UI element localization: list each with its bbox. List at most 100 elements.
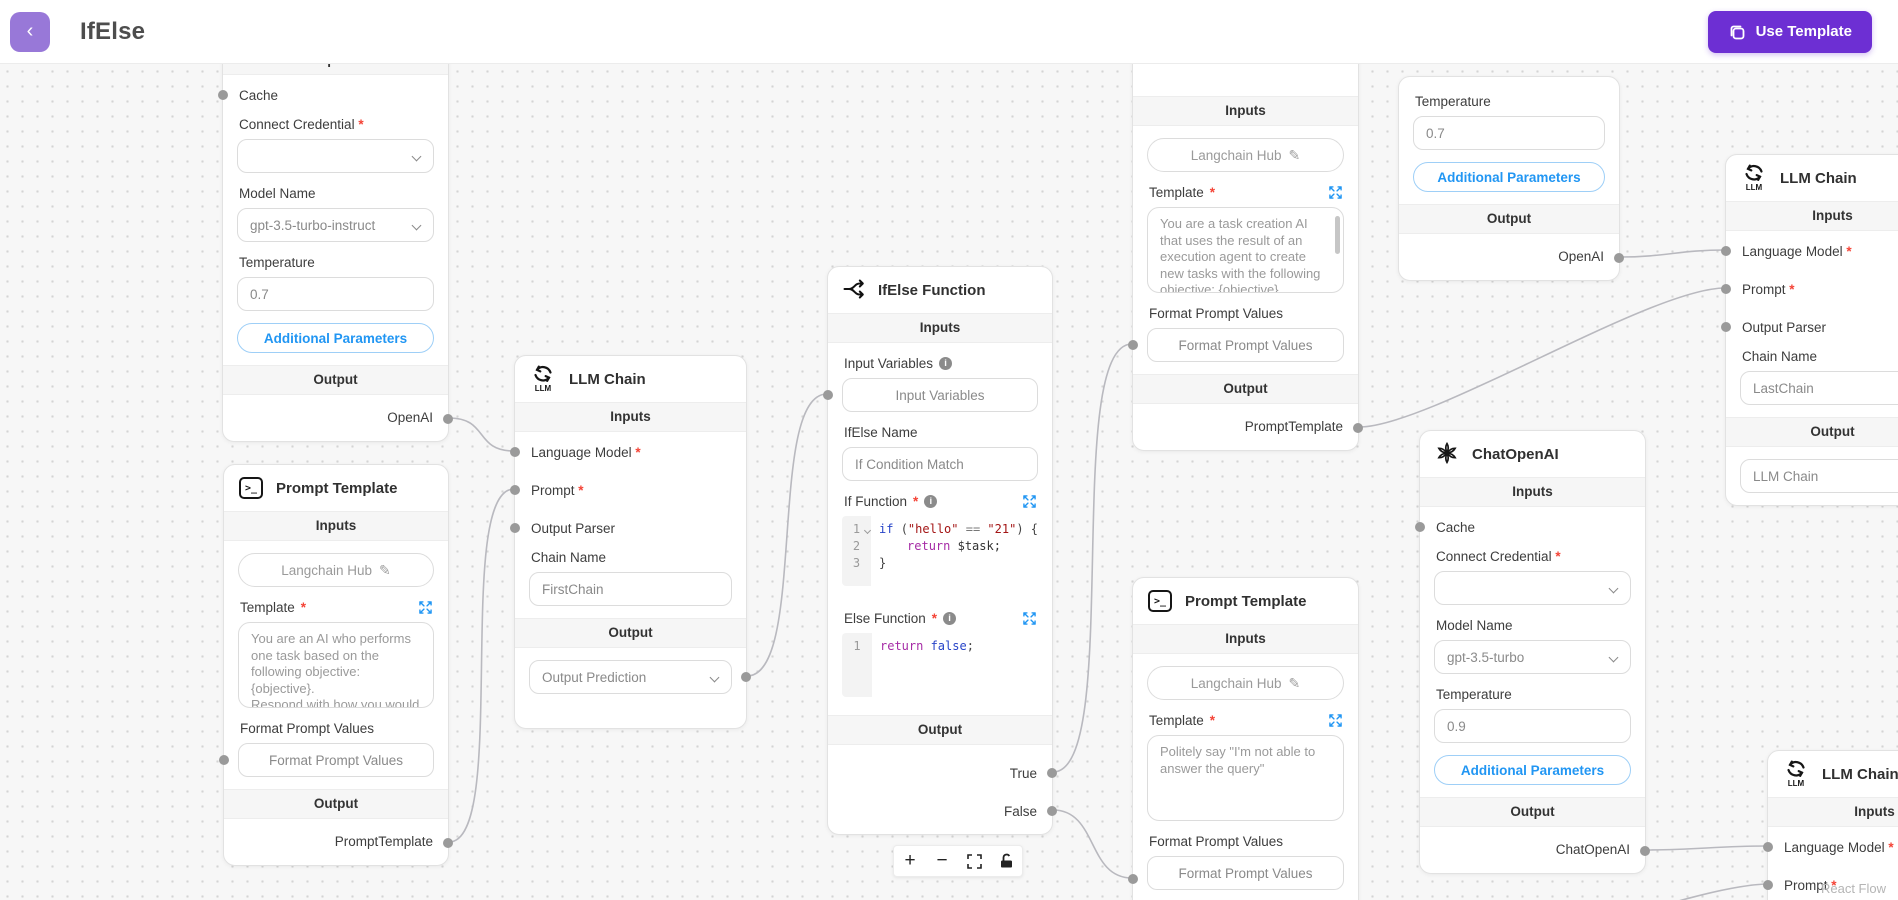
fit-view-button[interactable] bbox=[958, 846, 990, 876]
node-prompt-template-left[interactable]: >_ Prompt Template Inputs Langchain Hub ✎… bbox=[219, 464, 453, 866]
chevron-down-icon bbox=[1608, 583, 1619, 594]
edge-openai-to-languagemodel[interactable] bbox=[448, 417, 515, 452]
output-section: Output bbox=[224, 789, 448, 819]
temperature-label: Temperature bbox=[239, 255, 315, 270]
format-prompt-values-input-handle[interactable] bbox=[1128, 340, 1138, 350]
input-variables-input[interactable]: Input Variables bbox=[842, 378, 1038, 412]
node-llm-chain-center[interactable]: LLM LLM Chain Inputs Language Model * Pr… bbox=[510, 355, 751, 729]
temperature-label: Temperature bbox=[1415, 94, 1491, 109]
chain-name-input[interactable]: FirstChain bbox=[529, 572, 732, 606]
lock-button[interactable] bbox=[990, 846, 1022, 876]
template-textarea[interactable]: Politely say "I'm not able to answer the… bbox=[1147, 735, 1344, 821]
back-button[interactable]: ‹ bbox=[10, 11, 50, 52]
expand-icon[interactable] bbox=[1023, 612, 1036, 625]
edge-chatopenai-to-languagemodel-bottom[interactable] bbox=[1645, 845, 1768, 851]
if-function-label: If Function * i bbox=[844, 493, 938, 510]
node-openai-right[interactable]: Temperature 0.7 Additional Parameters Ou… bbox=[1398, 76, 1624, 281]
output-parser-input-handle[interactable] bbox=[510, 523, 520, 533]
model-name-select[interactable]: gpt-3.5-turbo-instruct bbox=[237, 208, 434, 242]
node-chat-openai[interactable]: ChatOpenAI Inputs Cache Connect Credenti… bbox=[1415, 430, 1650, 874]
fold-caret-icon[interactable] bbox=[863, 526, 872, 535]
temperature-input[interactable]: 0.7 bbox=[1413, 116, 1605, 150]
svg-text:LLM: LLM bbox=[1746, 183, 1763, 191]
connect-credential-label: Connect Credential * bbox=[1436, 549, 1561, 564]
additional-parameters-button[interactable]: Additional Parameters bbox=[1413, 162, 1605, 192]
format-prompt-values-input[interactable]: Format Prompt Values bbox=[1147, 856, 1344, 890]
node-header: LLM LLM Chain bbox=[1726, 155, 1898, 201]
chatopenai-output-handle[interactable] bbox=[1640, 846, 1650, 856]
node-llm-chain-bottom[interactable]: LLM LLM Chain Inputs Language Model * Pr… bbox=[1763, 750, 1898, 900]
node-openai-left[interactable]: Inputs Cache Connect Credential * Model … bbox=[218, 64, 453, 442]
edge-prompttemplate-to-prompt[interactable] bbox=[448, 488, 515, 843]
if-function-code-editor[interactable]: 1 2 3 if ("hello" == "21") { return $tas… bbox=[842, 516, 1038, 586]
language-model-input-handle[interactable] bbox=[1763, 842, 1773, 852]
flow-canvas[interactable]: Inputs Cache Connect Credential * Model … bbox=[0, 64, 1898, 900]
use-template-button[interactable]: Use Template bbox=[1707, 10, 1872, 53]
langchain-hub-button[interactable]: Langchain Hub ✎ bbox=[1147, 138, 1344, 172]
expand-icon[interactable] bbox=[1023, 495, 1036, 508]
copy-icon bbox=[1728, 23, 1746, 41]
chain-name-input[interactable]: LastChain bbox=[1740, 371, 1898, 405]
expand-icon[interactable] bbox=[1329, 714, 1342, 727]
openai-output-handle[interactable] bbox=[443, 414, 453, 424]
output-prediction-select[interactable]: Output Prediction bbox=[529, 660, 732, 694]
llmchain-output-handle[interactable] bbox=[741, 672, 751, 682]
cache-input-handle[interactable] bbox=[1415, 522, 1425, 532]
node-prompt-template-bottom[interactable]: >_ Prompt Template Inputs Langchain Hub ✎… bbox=[1128, 577, 1359, 900]
credential-select[interactable] bbox=[237, 139, 434, 173]
temperature-input[interactable]: 0.9 bbox=[1434, 709, 1631, 743]
input-variables-label: Input Variables i bbox=[844, 355, 1036, 372]
zoom-out-button[interactable]: − bbox=[926, 846, 958, 876]
node-llm-chain-right[interactable]: LLM LLM Chain Inputs Language Model * Pr… bbox=[1721, 154, 1898, 506]
ifelse-name-input[interactable]: If Condition Match bbox=[842, 447, 1038, 481]
node-prompt-template-top[interactable]: Inputs Langchain Hub ✎ Template * You are… bbox=[1128, 64, 1363, 451]
format-prompt-values-input[interactable]: Format Prompt Values bbox=[238, 743, 434, 777]
expand-icon[interactable] bbox=[419, 601, 432, 614]
scrollbar-thumb[interactable] bbox=[1335, 216, 1340, 254]
additional-parameters-button[interactable]: Additional Parameters bbox=[237, 323, 434, 353]
prompttemplate-output-handle[interactable] bbox=[1353, 423, 1363, 433]
cache-input-handle[interactable] bbox=[218, 90, 228, 100]
zoom-in-button[interactable]: + bbox=[894, 846, 926, 876]
edge-offscreen-to-prompt-bottom[interactable] bbox=[1430, 883, 1768, 900]
langchain-hub-button[interactable]: Langchain Hub ✎ bbox=[238, 553, 434, 587]
format-prompt-values-input-handle[interactable] bbox=[1128, 874, 1138, 884]
edge-outputprediction-to-inputvariables[interactable] bbox=[746, 393, 828, 677]
edge-false-to-formatpromptvalues-bottom[interactable] bbox=[1052, 809, 1133, 879]
model-name-select[interactable]: gpt-3.5-turbo bbox=[1434, 640, 1631, 674]
additional-parameters-button[interactable]: Additional Parameters bbox=[1434, 755, 1631, 785]
language-model-input-handle[interactable] bbox=[1721, 246, 1731, 256]
langchain-hub-button[interactable]: Langchain Hub ✎ bbox=[1147, 666, 1344, 700]
prompt-input-handle[interactable] bbox=[1763, 880, 1773, 890]
code-line: return false; bbox=[880, 639, 974, 653]
input-variables-input-handle[interactable] bbox=[823, 390, 833, 400]
format-prompt-values-input[interactable]: Format Prompt Values bbox=[1147, 328, 1344, 362]
false-output-handle[interactable] bbox=[1047, 806, 1057, 816]
node-ifelse-function[interactable]: IfElse Function Inputs Input Variables i … bbox=[823, 266, 1057, 835]
openai-output-handle[interactable] bbox=[1614, 253, 1624, 263]
template-label: Template * bbox=[1149, 185, 1216, 200]
format-prompt-values-input-handle[interactable] bbox=[219, 755, 229, 765]
edge-openai-to-languagemodel-right[interactable] bbox=[1619, 249, 1726, 258]
node-header: >_ Prompt Template bbox=[224, 465, 448, 511]
output-parser-input-handle[interactable] bbox=[1721, 322, 1731, 332]
llm-chain-output-select[interactable]: LLM Chain bbox=[1740, 459, 1898, 493]
language-model-input-handle[interactable] bbox=[510, 447, 520, 457]
info-icon: i bbox=[924, 495, 938, 508]
else-function-code-editor[interactable]: 1 return false; bbox=[842, 633, 1038, 697]
node-header: LLM LLM Chain bbox=[515, 356, 746, 402]
temperature-input[interactable]: 0.7 bbox=[237, 277, 434, 311]
prompttemplate-output-handle[interactable] bbox=[443, 838, 453, 848]
template-textarea[interactable]: You are a task creation AI that uses the… bbox=[1147, 207, 1344, 293]
node-title: Prompt Template bbox=[1185, 592, 1307, 610]
true-output-handle[interactable] bbox=[1047, 768, 1057, 778]
expand-icon[interactable] bbox=[1329, 186, 1342, 199]
template-textarea[interactable]: You are an AI who performs one task base… bbox=[238, 622, 434, 708]
prompt-input-handle[interactable] bbox=[510, 485, 520, 495]
output-section: Output bbox=[1726, 417, 1898, 447]
edge-prompttemplate-to-prompt-right[interactable] bbox=[1358, 287, 1726, 428]
code-line: } bbox=[879, 556, 887, 570]
credential-select[interactable] bbox=[1434, 571, 1631, 605]
prompt-input-handle[interactable] bbox=[1721, 284, 1731, 294]
edge-true-to-formatpromptvalues-top[interactable] bbox=[1052, 343, 1133, 773]
